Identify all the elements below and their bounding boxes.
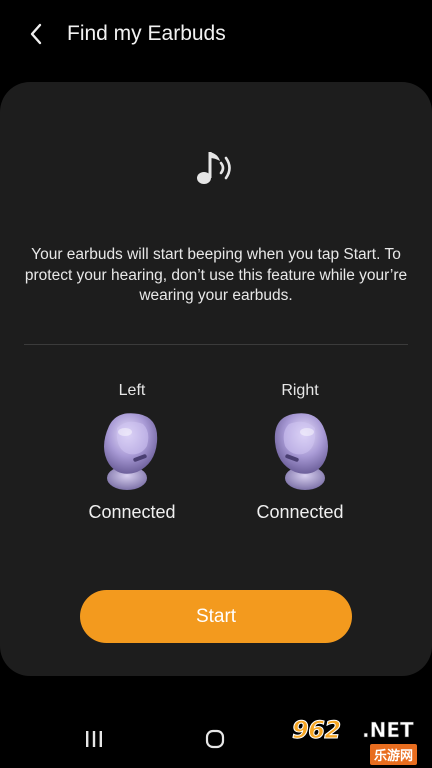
site-watermark: 962 .NET 乐游网 [290,716,432,768]
start-button[interactable]: Start [80,590,352,643]
find-earbuds-card: Your earbuds will start beeping when you… [0,82,432,676]
watermark-net: .NET [362,718,414,743]
app-bar: Find my Earbuds [0,0,432,68]
page-title: Find my Earbuds [67,22,226,45]
watermark-brand: 962 [292,716,342,745]
instruction-text: Your earbuds will start beeping when you… [24,246,408,304]
back-button[interactable] [22,20,50,48]
music-sound-icon [197,152,231,184]
home-icon[interactable] [205,729,225,749]
left-earbud-image [104,413,158,490]
right-earbud: Right Connected [220,380,380,524]
find-my-earbuds-screen: Find my Earbuds Your earbuds will start … [0,0,432,768]
left-earbud-status: Connected [88,502,176,522]
watermark-sub: 乐游网 [370,744,418,765]
divider [24,344,408,345]
right-earbud-label: Right [281,382,319,399]
left-earbud-label: Left [118,382,146,399]
right-earbud-status: Connected [256,502,344,522]
left-earbud: Left Connected [52,380,212,524]
right-earbud-image [274,413,328,490]
back-arrow-icon [30,23,42,45]
recent-apps-icon[interactable] [84,730,104,748]
